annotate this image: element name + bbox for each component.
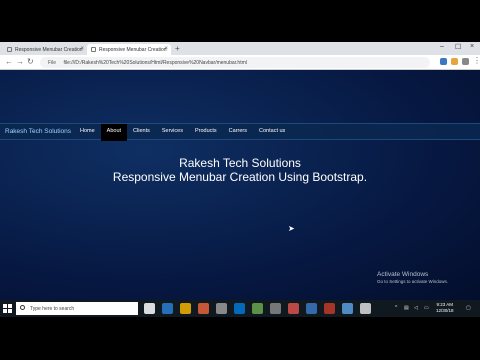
- extension-icon[interactable]: [440, 58, 447, 65]
- calculator-icon[interactable]: [216, 303, 227, 314]
- browser-menu-icon[interactable]: ⋮: [473, 56, 480, 65]
- site-navbar: Rakesh Tech Solutions Home About Clients…: [0, 123, 480, 141]
- letterbox-top: [0, 0, 480, 42]
- file-explorer-icon[interactable]: [180, 303, 191, 314]
- forward-button[interactable]: →: [16, 57, 24, 66]
- language-icon[interactable]: ▭: [424, 305, 429, 311]
- navbar-brand[interactable]: Rakesh Tech Solutions: [5, 128, 71, 135]
- taskbar: Type here to search ^ ▤ ◁ ▭ 9:23 AM 12/3…: [0, 300, 480, 317]
- notifications-icon[interactable]: ▢: [466, 305, 471, 311]
- tab-strip: Responsive Menubar Creation × Responsive…: [0, 42, 480, 55]
- tab-close-icon[interactable]: ×: [164, 46, 168, 52]
- close-window-button[interactable]: ×: [470, 43, 474, 50]
- photoshop-icon[interactable]: [288, 303, 299, 314]
- nav-item-clients[interactable]: Clients: [127, 124, 156, 141]
- nav-item-services[interactable]: Services: [156, 124, 189, 141]
- activation-watermark: Activate Windows Go to Settings to activ…: [377, 271, 448, 284]
- minimize-button[interactable]: –: [440, 43, 444, 50]
- search-icon: [20, 305, 25, 310]
- browser-toolbar: ← → ↻ File file:///D:/Rakesh%20Tech%20So…: [0, 55, 480, 70]
- volume-icon[interactable]: ◁: [414, 305, 418, 311]
- windows-start-icon[interactable]: [3, 304, 12, 313]
- nav-item-home[interactable]: Home: [74, 124, 101, 141]
- hero-title: Rakesh Tech Solutions: [179, 156, 301, 170]
- clock-date: 12/30/18: [436, 308, 454, 313]
- taskbar-search-box[interactable]: Type here to search: [16, 302, 138, 315]
- firefox-icon[interactable]: [198, 303, 209, 314]
- address-url: file:///D:/Rakesh%20Tech%20Solutions/Htm…: [63, 60, 247, 66]
- browser-tab-1[interactable]: Responsive Menubar Creation ×: [3, 44, 87, 55]
- search-placeholder: Type here to search: [30, 306, 75, 312]
- recorder-icon[interactable]: [324, 303, 335, 314]
- hero-subtitle: Responsive Menubar Creation Using Bootst…: [112, 170, 368, 184]
- watermark-subtitle: Go to Settings to activate Windows.: [377, 279, 449, 284]
- web-page: Rakesh Tech Solutions Home About Clients…: [0, 70, 480, 300]
- address-bar[interactable]: File file:///D:/Rakesh%20Tech%20Solution…: [40, 57, 430, 68]
- nav-item-products[interactable]: Products: [189, 124, 223, 141]
- nav-item-carrers[interactable]: Carrers: [223, 124, 253, 141]
- tab-favicon-icon: [7, 47, 12, 52]
- watermark-title: Activate Windows: [377, 271, 429, 278]
- edge-icon[interactable]: [234, 303, 245, 314]
- maximize-button[interactable]: ☐: [455, 43, 461, 51]
- app-icon[interactable]: [360, 303, 371, 314]
- mouse-cursor-icon: ➤: [288, 224, 295, 233]
- browser-window: Responsive Menubar Creation × Responsive…: [0, 42, 480, 70]
- taskbar-clock[interactable]: 9:23 AM 12/30/18: [436, 302, 454, 314]
- navbar-menu: Home About Clients Services Products Car…: [74, 124, 291, 141]
- file-scheme-label: File: [48, 60, 57, 66]
- nav-item-contact-us[interactable]: Contact us: [253, 124, 291, 141]
- task-view-icon[interactable]: [144, 303, 155, 314]
- hero-section: Rakesh Tech Solutions Responsive Menubar…: [0, 156, 480, 184]
- snipping-icon[interactable]: [270, 303, 281, 314]
- camera-icon[interactable]: [306, 303, 317, 314]
- tab-favicon-icon: [91, 47, 96, 52]
- profile-icon[interactable]: [462, 58, 469, 65]
- chrome-icon[interactable]: [342, 303, 353, 314]
- reload-button[interactable]: ↻: [27, 57, 34, 66]
- tab-close-icon[interactable]: ×: [80, 46, 84, 52]
- browser-tab-2[interactable]: Responsive Menubar Creation ×: [87, 44, 171, 55]
- tab-title: Responsive Menubar Creation: [15, 47, 83, 53]
- tray-chevron-icon[interactable]: ^: [395, 305, 397, 311]
- letterbox-bottom: [0, 317, 480, 360]
- store-icon[interactable]: [162, 303, 173, 314]
- nav-item-about[interactable]: About: [100, 124, 128, 141]
- network-icon[interactable]: ▤: [404, 305, 409, 311]
- new-tab-button[interactable]: +: [175, 44, 180, 53]
- tab-title: Responsive Menubar Creation: [99, 47, 167, 53]
- extension-icon[interactable]: [451, 58, 458, 65]
- back-button[interactable]: ←: [5, 57, 13, 66]
- sticky-notes-icon[interactable]: [252, 303, 263, 314]
